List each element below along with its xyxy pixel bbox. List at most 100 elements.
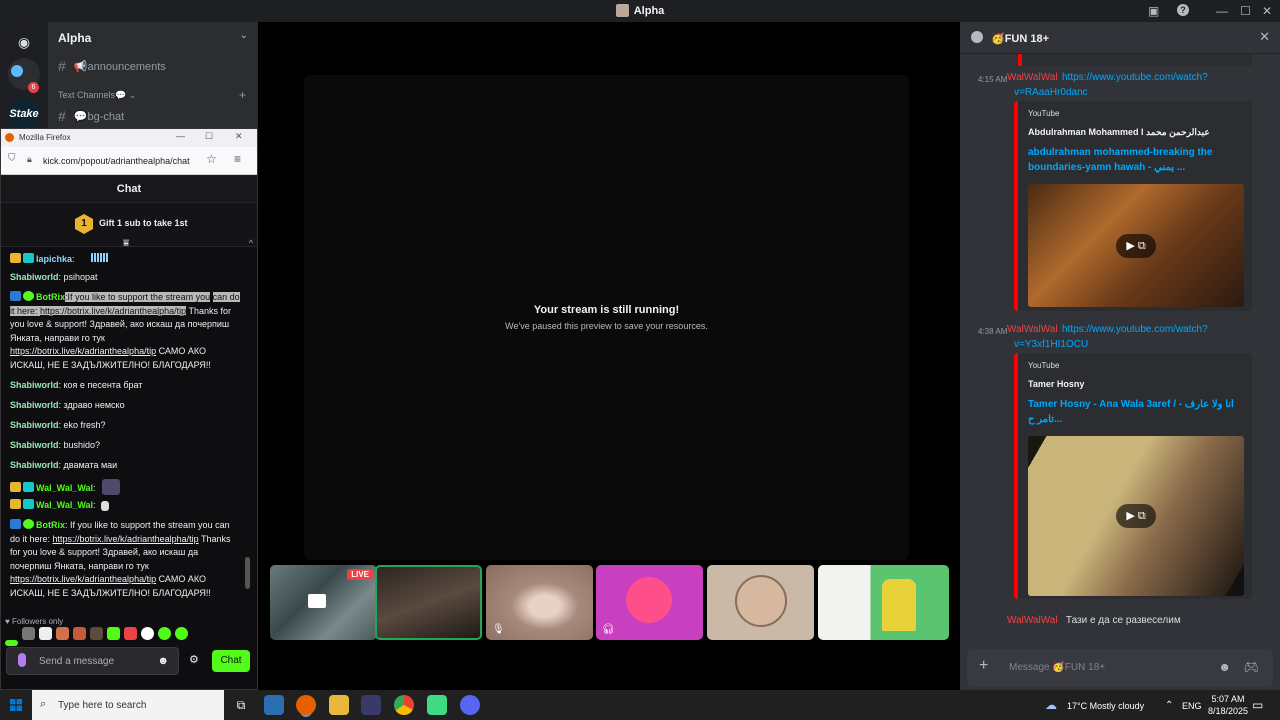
file-explorer-icon[interactable] bbox=[329, 695, 349, 715]
chevron-down-icon[interactable]: ⌄ bbox=[240, 30, 248, 41]
emote-icon[interactable] bbox=[22, 627, 35, 640]
emote-icon[interactable] bbox=[175, 627, 188, 640]
message-author[interactable]: WalWalWal bbox=[1007, 72, 1058, 83]
play-icon[interactable]: ▶ ⧉ bbox=[1116, 233, 1156, 258]
participant-tile-webcam-2[interactable]: 🎙︎ bbox=[486, 565, 593, 640]
url-field[interactable]: kick.com/popout/adrianthealpha/chat bbox=[43, 153, 213, 169]
message-link[interactable]: v=RAaaHr0danc bbox=[1014, 87, 1088, 98]
chat-username[interactable]: Shabiworld bbox=[10, 400, 59, 410]
emote-icon[interactable] bbox=[90, 627, 103, 640]
embed-title[interactable]: Tamer Hosny - Ana Wala 3aref / انا ولا ع… bbox=[1028, 397, 1238, 427]
emote-icon[interactable] bbox=[141, 627, 154, 640]
firefox-taskbar-icon[interactable] bbox=[296, 695, 316, 715]
chat-scrollbar[interactable] bbox=[245, 557, 250, 589]
stream-preview[interactable]: Your stream is still running! We've paus… bbox=[304, 75, 909, 560]
category-text-channels[interactable]: Text Channels💬 ⌄ bbox=[58, 90, 136, 101]
gamepad-icon[interactable]: 🎮︎ bbox=[1244, 660, 1259, 674]
discord-message-input[interactable]: + Message 🥳FUN 18+ ☻ 🎮︎ bbox=[967, 649, 1273, 687]
chat-username[interactable]: Shabiworld bbox=[10, 440, 59, 450]
message-link[interactable]: v=Y3xf1HI1OCU bbox=[1014, 339, 1088, 350]
chat-username[interactable]: Shabiworld bbox=[10, 460, 59, 470]
chevron-up-icon[interactable]: ⌃ bbox=[1165, 700, 1173, 711]
firefox-titlebar: Mozilla Firefox — ☐ ✕ bbox=[1, 129, 257, 147]
ff-maximize-button[interactable]: ☐ bbox=[205, 131, 213, 142]
gear-icon[interactable]: ⚙ bbox=[189, 653, 199, 666]
ff-minimize-button[interactable]: — bbox=[176, 131, 185, 141]
lock-icon[interactable]: 🔒︎ bbox=[27, 154, 32, 165]
message-input[interactable]: Send a message ☻ bbox=[6, 647, 179, 675]
chat-link[interactable]: https://botrix.live/k/adrianthealpha/tip bbox=[53, 534, 199, 544]
chat-username[interactable]: Shabiworld bbox=[10, 420, 59, 430]
notifications-icon[interactable]: ▭ bbox=[1252, 698, 1263, 712]
clock-time[interactable]: 5:07 AM bbox=[1208, 694, 1248, 704]
chat-username[interactable]: Wal_Wal_Wal bbox=[36, 483, 93, 493]
sticker-icon[interactable]: ☻ bbox=[1218, 660, 1231, 674]
emote-icon[interactable] bbox=[5, 640, 18, 646]
reader-menu-icon[interactable]: ≡ bbox=[234, 152, 241, 166]
emote-icon[interactable] bbox=[107, 627, 120, 640]
stake-server-icon[interactable]: Stake bbox=[8, 98, 40, 130]
clock-date[interactable]: 8/18/2025 bbox=[1203, 706, 1253, 716]
emote-icon[interactable] bbox=[39, 627, 52, 640]
emote-icon[interactable] bbox=[158, 627, 171, 640]
weather-text[interactable]: 17°C Mostly cloudy bbox=[1067, 701, 1144, 711]
discord-taskbar-icon[interactable] bbox=[460, 695, 480, 715]
chrome-icon[interactable] bbox=[394, 695, 414, 715]
gift-leaderboard[interactable]: 1 Gift 1 sub to take 1st ⩸ ^ bbox=[1, 203, 257, 249]
close-icon[interactable]: ✕ bbox=[1259, 29, 1270, 45]
participant-tile-webcam-3[interactable] bbox=[818, 565, 949, 640]
minimize-button[interactable]: — bbox=[1216, 4, 1228, 18]
task-view-icon[interactable]: ⧉ bbox=[231, 695, 251, 715]
emote-icon[interactable] bbox=[73, 627, 86, 640]
emote-icon[interactable] bbox=[124, 627, 137, 640]
add-channel-icon[interactable]: + bbox=[239, 88, 246, 102]
embed-title[interactable]: abdulrahman mohammed-breaking the bounda… bbox=[1028, 145, 1238, 175]
server-name[interactable]: Alpha bbox=[58, 31, 91, 45]
windows-start-icon[interactable] bbox=[10, 699, 22, 711]
media-player-icon[interactable] bbox=[361, 695, 381, 715]
message-author[interactable]: WalWalWal bbox=[1007, 615, 1058, 626]
server-icon[interactable]: 6 bbox=[8, 58, 40, 93]
help-icon[interactable]: ? bbox=[1177, 4, 1189, 16]
video-thumbnail[interactable]: ▶ ⧉ bbox=[1028, 184, 1244, 307]
taskbar-search[interactable]: ⌕ Type here to search bbox=[32, 690, 224, 720]
chat-username[interactable]: Wal_Wal_Wal bbox=[36, 500, 93, 510]
chat-link[interactable]: https://botrix.live/k/adrianthealpha/tip bbox=[40, 305, 187, 316]
ff-close-button[interactable]: ✕ bbox=[235, 131, 243, 142]
weather-icon[interactable]: ☁ bbox=[1045, 698, 1057, 712]
chat-username[interactable]: lapichka bbox=[36, 254, 72, 264]
emote-icon[interactable] bbox=[56, 627, 69, 640]
chat-link[interactable]: https://botrix.live/k/adrianthealpha/tip bbox=[10, 574, 156, 584]
participant-tile-screenshare[interactable]: LIVE bbox=[270, 565, 377, 640]
close-button[interactable]: ✕ bbox=[1262, 4, 1272, 18]
chat-send-button[interactable]: Chat bbox=[212, 650, 250, 672]
chat-username[interactable]: BotRix bbox=[36, 292, 65, 302]
screen-share-icon[interactable]: ▣ bbox=[1148, 4, 1159, 18]
emoji-icon[interactable]: ☻ bbox=[157, 655, 169, 667]
chat-username[interactable]: Shabiworld bbox=[10, 380, 59, 390]
participant-tile-avatar[interactable]: 🎧︎ bbox=[596, 565, 703, 640]
participant-tile-webcam-1[interactable] bbox=[375, 565, 482, 640]
discord-home-icon[interactable]: ◉ bbox=[8, 26, 40, 58]
play-icon[interactable]: ▶ ⧉ bbox=[1116, 504, 1156, 528]
mic-icon[interactable] bbox=[18, 653, 26, 667]
language-indicator[interactable]: ENG bbox=[1182, 701, 1202, 711]
maximize-button[interactable]: ☐ bbox=[1240, 4, 1251, 18]
embed-author[interactable]: Tamer Hosny bbox=[1028, 379, 1084, 389]
message-link[interactable]: https://www.youtube.com/watch? bbox=[1062, 72, 1208, 83]
embed-author[interactable]: Abdulrahman Mohammed I عبدالرحمن محمد bbox=[1028, 127, 1210, 138]
add-attachment-icon[interactable]: + bbox=[979, 657, 988, 675]
channel-bg-chat[interactable]: # 💬bg-chat bbox=[58, 108, 124, 124]
shield-icon[interactable]: ⛉ bbox=[8, 153, 16, 164]
chat-username[interactable]: Shabiworld bbox=[10, 272, 59, 282]
app-icon[interactable] bbox=[264, 695, 284, 715]
bookmark-star-icon[interactable]: ☆ bbox=[206, 152, 217, 166]
channel-announcements[interactable]: # 📢announcements bbox=[58, 58, 166, 74]
chat-link[interactable]: https://botrix.live/k/adrianthealpha/tip bbox=[10, 346, 156, 356]
android-app-icon[interactable] bbox=[427, 695, 447, 715]
participant-tile-avatar-2[interactable] bbox=[707, 565, 814, 640]
message-author[interactable]: WalWalWal bbox=[1007, 324, 1058, 335]
video-thumbnail[interactable]: ▶ ⧉ bbox=[1028, 436, 1244, 596]
message-link[interactable]: https://www.youtube.com/watch? bbox=[1062, 324, 1208, 335]
chat-username[interactable]: BotRix bbox=[36, 520, 65, 530]
